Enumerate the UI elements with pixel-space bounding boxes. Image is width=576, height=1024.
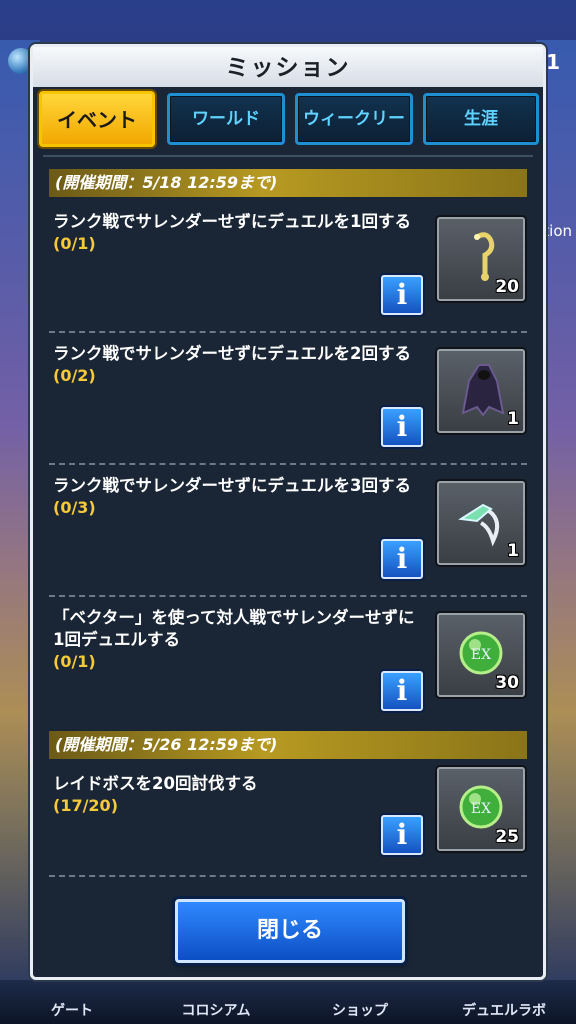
reward-count: 1 xyxy=(507,541,519,561)
mission-description: 「ベクター」を使って対人戦でサレンダーせずに1回デュエルする xyxy=(53,608,415,649)
period-header: (開催期間：5/26 12:59まで) xyxy=(49,731,527,759)
tab-weekly[interactable]: ウィークリー xyxy=(295,93,413,145)
info-button[interactable]: i xyxy=(381,407,423,447)
info-button[interactable]: i xyxy=(381,275,423,315)
mission-progress: (0/2) xyxy=(53,366,96,385)
mission-text: レイドボスを20回討伐する (17/20) xyxy=(53,773,425,817)
tab-event[interactable]: イベント xyxy=(39,91,155,147)
nav-shop[interactable]: ショップ xyxy=(288,980,432,1024)
reward-count: 1 xyxy=(507,409,519,429)
svg-text:EX: EX xyxy=(471,647,491,663)
mission-list[interactable]: (開催期間：5/18 12:59まで) ランク戦でサレンダーせずにデュエルを1回… xyxy=(43,155,533,881)
list-item: ランク戦でサレンダーせずにデュエルを2回する (0/2) i 1 xyxy=(43,335,533,463)
divider xyxy=(49,331,527,333)
mission-text: ランク戦でサレンダーせずにデュエルを2回する (0/2) xyxy=(53,343,425,387)
mission-description: ランク戦でサレンダーせずにデュエルを2回する xyxy=(53,344,411,363)
reward-box[interactable]: 1 xyxy=(437,349,525,433)
mission-text: ランク戦でサレンダーせずにデュエルを1回する (0/1) xyxy=(53,211,425,255)
tab-lifetime[interactable]: 生涯 xyxy=(423,93,539,145)
reward-box[interactable]: 20 xyxy=(437,217,525,301)
mission-description: ランク戦でサレンダーせずにデュエルを1回する xyxy=(53,212,411,231)
mission-tabs: イベント ワールド ウィークリー 生涯 xyxy=(39,91,539,149)
info-button[interactable]: i xyxy=(381,815,423,855)
bottom-nav: ゲート コロシアム ショップ デュエルラボ xyxy=(0,980,576,1024)
mission-progress: (0/1) xyxy=(53,652,96,671)
mission-progress: (0/1) xyxy=(53,234,96,253)
list-item: レイドボスを20回討伐する (17/20) i EX 25 xyxy=(43,765,533,881)
period-header: (開催期間：5/18 12:59まで) xyxy=(49,169,527,197)
reward-count: 25 xyxy=(495,827,519,847)
mission-progress: (17/20) xyxy=(53,796,118,815)
nav-gate[interactable]: ゲート xyxy=(0,980,144,1024)
mission-description: ランク戦でサレンダーせずにデュエルを3回する xyxy=(53,476,411,495)
close-button[interactable]: 閉じる xyxy=(175,899,405,963)
nav-duel-lab[interactable]: デュエルラボ xyxy=(432,980,576,1024)
dialog-title: ミッション xyxy=(225,55,351,81)
divider xyxy=(49,595,527,597)
reward-box[interactable]: 1 xyxy=(437,481,525,565)
mission-text: ランク戦でサレンダーせずにデュエルを3回する (0/3) xyxy=(53,475,425,519)
info-button[interactable]: i xyxy=(381,671,423,711)
svg-text:EX: EX xyxy=(471,801,491,817)
list-item: 「ベクター」を使って対人戦でサレンダーせずに1回デュエルする (0/1) i E… xyxy=(43,599,533,727)
info-button[interactable]: i xyxy=(381,539,423,579)
reward-count: 20 xyxy=(495,277,519,297)
divider xyxy=(49,875,527,877)
mission-description: レイドボスを20回討伐する xyxy=(53,774,258,793)
list-item: ランク戦でサレンダーせずにデュエルを3回する (0/3) i 1 xyxy=(43,467,533,595)
reward-box[interactable]: EX 25 xyxy=(437,767,525,851)
background-side-text: tion xyxy=(543,222,572,240)
background-number: 1 xyxy=(546,50,560,74)
mission-progress: (0/3) xyxy=(53,498,96,517)
mission-text: 「ベクター」を使って対人戦でサレンダーせずに1回デュエルする (0/1) xyxy=(53,607,425,673)
list-item: ランク戦でサレンダーせずにデュエルを1回する (0/1) i 20 xyxy=(43,203,533,331)
reward-box[interactable]: EX 30 xyxy=(437,613,525,697)
divider xyxy=(49,463,527,465)
reward-count: 30 xyxy=(495,673,519,693)
nav-colosseum[interactable]: コロシアム xyxy=(144,980,288,1024)
mission-dialog: ミッション イベント ワールド ウィークリー 生涯 (開催期間：5/18 12:… xyxy=(30,44,546,980)
tab-world[interactable]: ワールド xyxy=(167,93,285,145)
